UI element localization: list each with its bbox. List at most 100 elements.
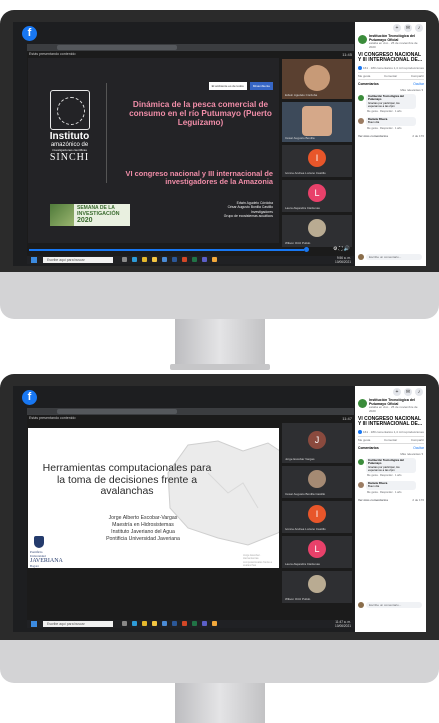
chrome-icon[interactable] [142, 257, 147, 262]
more-comments[interactable]: Ver más comentarios 2 de 176 [358, 498, 424, 502]
participant-tile[interactable]: L Laura Alejandra Cárdenas [282, 180, 352, 212]
taskview-icon[interactable] [122, 257, 127, 262]
plus-icon[interactable]: + [393, 388, 401, 396]
hide-comments-link[interactable]: Ocultar [413, 446, 424, 450]
more-comments[interactable]: Ver más comentarios 2 de 176 [358, 134, 424, 138]
more-comments-link[interactable]: Ver más comentarios [358, 498, 388, 502]
participant-name: Ivonne Andrea Lozano Castillo [285, 171, 326, 175]
powerpoint-icon[interactable] [182, 621, 187, 626]
comment-meta[interactable]: Me gusta · Responder · 1 año [367, 474, 401, 477]
windows-start-icon[interactable] [31, 621, 37, 627]
url-bar[interactable] [57, 45, 177, 50]
reactions-row[interactable]: 161 · 180 comentarios 1,4 mil reproducci… [358, 66, 424, 71]
monitor-neck [175, 319, 265, 367]
author-line: Maestría en Hidrosistemas [112, 522, 174, 528]
taskview-icon[interactable] [122, 621, 127, 626]
powerpoint-icon[interactable] [182, 257, 187, 262]
video-progress-bar[interactable] [29, 249, 304, 251]
comments-label: Comentarios [358, 82, 379, 86]
explorer-icon[interactable] [152, 621, 157, 626]
like-button[interactable]: Me gusta [358, 74, 370, 78]
word-icon[interactable] [172, 257, 177, 262]
store-icon[interactable] [162, 257, 167, 262]
hide-comments-link[interactable]: Ocultar [413, 82, 424, 86]
url-bar[interactable] [57, 409, 177, 414]
participant-tile[interactable]: I Ivonne Andrea Lozano Castillo [282, 501, 352, 533]
excel-icon[interactable] [192, 621, 197, 626]
screen: f Estás presentando contenido 11:47 Herr… [13, 386, 426, 632]
taskbar-apps [122, 621, 217, 626]
write-comment: Escribe un comentario... [358, 254, 424, 261]
share-button[interactable]: Compartir [411, 74, 424, 78]
write-comment: Escribe un comentario... [358, 602, 424, 609]
messenger-icon[interactable]: ✉ [404, 24, 412, 32]
slide-congress: VI congreso nacional y III internacional… [125, 169, 273, 187]
more-comments-link[interactable]: Ver más comentarios [358, 134, 388, 138]
author-line: Grupo de ecosistemas acuáticos [223, 214, 273, 219]
facebook-sidebar: + ✉ ♪ Institución Tecnológica del Putuma… [355, 386, 426, 632]
bell-icon[interactable]: ♪ [415, 388, 423, 396]
windows-start-icon[interactable] [31, 257, 37, 263]
comment-button[interactable]: Comentar [384, 438, 397, 442]
comment-input[interactable]: Escribe un comentario... [366, 602, 422, 608]
comment-button[interactable]: Comentar [384, 74, 397, 78]
presentation-slide: Instituto amazónico de investigaciones c… [28, 58, 279, 243]
edge-icon[interactable] [132, 257, 137, 262]
word-icon[interactable] [172, 621, 177, 626]
taskbar-search[interactable]: Escribe aquí para buscar [43, 621, 113, 627]
participant-name: Ivonne Andrea Lozano Castillo [285, 527, 326, 531]
comment-avatar[interactable] [358, 482, 364, 488]
teams-icon[interactable] [202, 257, 207, 262]
comment-input[interactable]: Escribe un comentario... [366, 254, 422, 260]
participant-tile[interactable]: J Jorge Escobar Vargas [282, 423, 352, 463]
post-title: VI CONGRESO NACIONAL Y III INTERNACIONAL… [358, 416, 422, 428]
windows-taskbar: Escribe aquí para buscar 9:56 a. m. 10/0… [27, 256, 354, 264]
author-line: Pontificia Universidad Javeriana [106, 536, 180, 542]
comment-meta[interactable]: Me gusta · Responder · 1 año [367, 127, 401, 130]
messenger-icon[interactable]: ✉ [404, 388, 412, 396]
comment-sort[interactable]: Más relevantes ▾ [400, 452, 423, 456]
like-button[interactable]: Me gusta [358, 438, 370, 442]
teams-icon[interactable] [202, 621, 207, 626]
participant-tile[interactable]: César Augusto Bonilla [282, 102, 352, 142]
plus-icon[interactable]: + [393, 24, 401, 32]
page-avatar[interactable] [358, 399, 367, 408]
slide-author-block: Jorge Alberto Escobar-Vargas Maestría en… [78, 515, 208, 543]
participant-tile[interactable]: Wilson Ortiz Pulido [282, 215, 352, 247]
participant-tile[interactable]: Wilson Ortiz Pulido [282, 571, 352, 603]
comment-avatar[interactable] [358, 95, 364, 101]
participant-name: Wilson Ortiz Pulido [285, 241, 311, 245]
comment-meta[interactable]: Me gusta · Responder · 1 año [367, 110, 401, 113]
participant-tile[interactable]: L Laura Alejandra Cárdenas [282, 536, 352, 568]
user-avatar [358, 254, 364, 260]
chrome-icon[interactable] [142, 621, 147, 626]
participant-tile[interactable]: Edwin Agudelo Córdoba [282, 59, 352, 99]
store-icon[interactable] [162, 621, 167, 626]
comment-avatar[interactable] [358, 118, 364, 124]
participant-tile[interactable]: César Augusto Bonilla Castillo [282, 466, 352, 498]
explorer-icon[interactable] [152, 257, 157, 262]
live-video[interactable]: Estás presentando contenido 11:47 Herram… [27, 408, 354, 620]
excel-icon[interactable] [192, 257, 197, 262]
sinchi-logo: Instituto amazónico de investigaciones c… [42, 90, 97, 163]
live-video[interactable]: Estás presentando contenido 11:45 Instit… [27, 44, 354, 256]
bell-icon[interactable]: ♪ [415, 24, 423, 32]
edge-icon[interactable] [132, 621, 137, 626]
chrome-active-icon[interactable] [212, 257, 217, 262]
facebook-logo-icon[interactable]: f [22, 26, 37, 41]
javeriana-crest-icon [34, 536, 44, 548]
chrome-active-icon[interactable] [212, 621, 217, 626]
taskbar-search[interactable]: Escribe aquí para buscar [43, 257, 113, 263]
reactions-row[interactable]: 161 · 180 comentarios 1,4 mil reproducci… [358, 430, 424, 435]
page-avatar[interactable] [358, 35, 367, 44]
minambiente-badge: Minambiente [249, 82, 273, 90]
comment-sort[interactable]: Más relevantes ▾ [400, 88, 423, 92]
facebook-logo-icon[interactable]: f [22, 390, 37, 405]
video-progress-handle[interactable] [304, 247, 309, 252]
share-button[interactable]: Compartir [411, 438, 424, 442]
meeting-time: 11:47 [342, 416, 352, 421]
comment-meta[interactable]: Me gusta · Responder · 1 año [367, 491, 401, 494]
comment-avatar[interactable] [358, 459, 364, 465]
participant-tile[interactable]: I Ivonne Andrea Lozano Castillo [282, 145, 352, 177]
taskbar-clock: 9:56 a. m. 10/06/2021 [335, 256, 351, 264]
